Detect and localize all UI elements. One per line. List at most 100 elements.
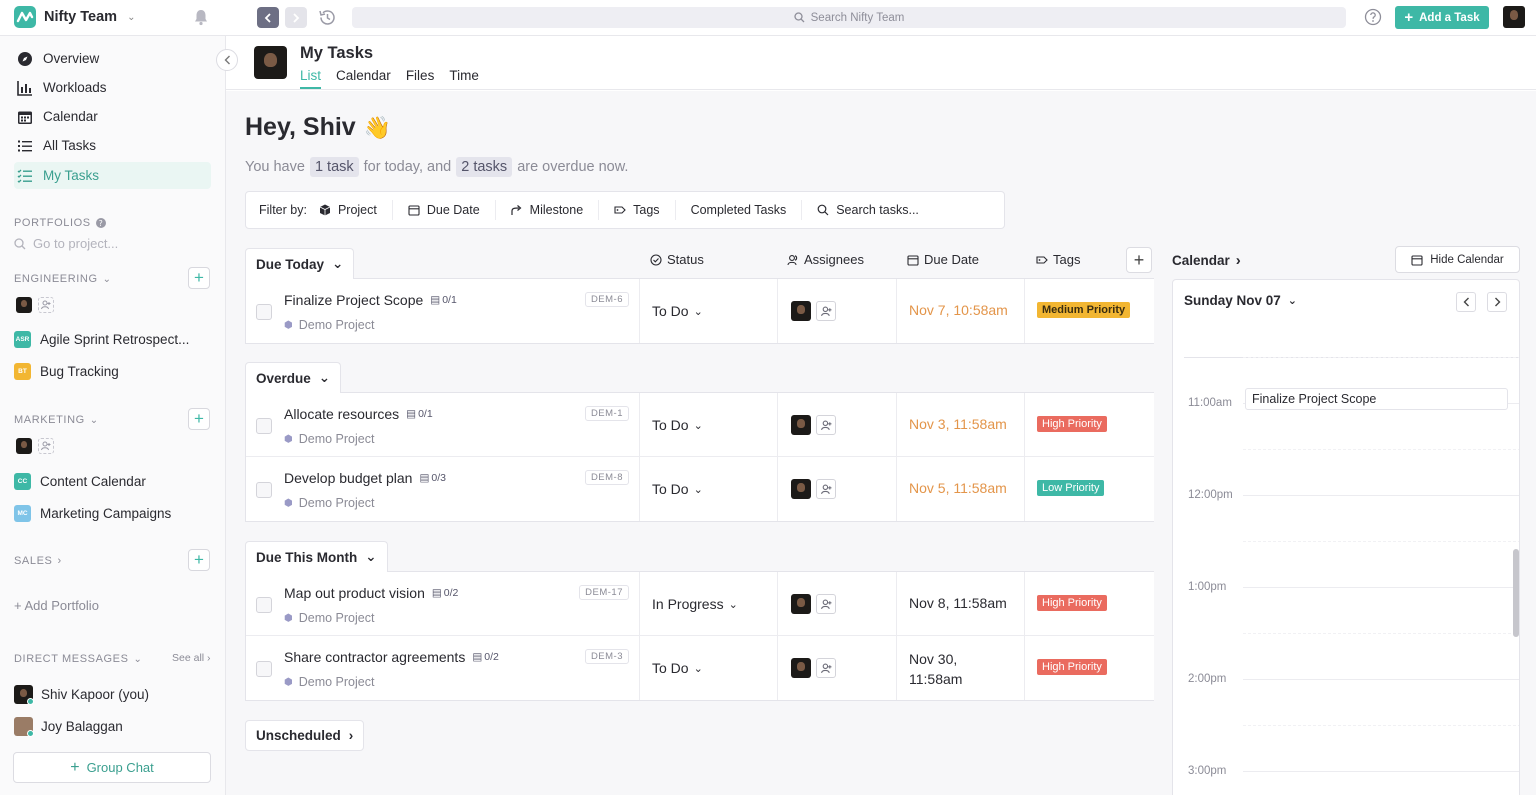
history-icon[interactable] (318, 8, 337, 27)
tab-files[interactable]: Files (406, 68, 435, 89)
filter-milestone[interactable]: Milestone (496, 200, 600, 220)
add-assignee-button[interactable] (816, 301, 836, 321)
table-row[interactable]: Develop budget plan ▤ 0/3 ⬢ Demo Project DE… (246, 457, 1154, 521)
bell-icon[interactable] (193, 9, 209, 26)
engineering-heading[interactable]: ENGINEERING ⌄ (14, 273, 112, 285)
task-name[interactable]: Share contractor agreements ▤ 0/2 (284, 649, 499, 665)
due-date-cell[interactable]: Nov 8, 11:58am (897, 572, 1025, 636)
member-avatar[interactable] (16, 297, 32, 313)
sales-heading[interactable]: SALES › (14, 555, 62, 567)
task-checkbox[interactable] (256, 482, 272, 498)
sidebar-item-calendar[interactable]: Calendar (14, 103, 211, 130)
calendar-date-picker[interactable]: Sunday Nov 07 ⌄ (1184, 293, 1297, 308)
forward-button[interactable] (285, 7, 307, 28)
task-project[interactable]: ⬢ Demo Project (284, 318, 374, 332)
add-engineering-project-button[interactable]: + (188, 267, 210, 289)
task-checkbox[interactable] (256, 661, 272, 677)
add-member-button[interactable] (38, 297, 54, 313)
column-tags[interactable]: Tags (1036, 252, 1080, 267)
filter-tags[interactable]: Tags (599, 200, 676, 220)
direct-messages-heading[interactable]: DIRECT MESSAGES ⌄ (14, 653, 143, 665)
tags-cell[interactable]: High Priority (1025, 572, 1155, 636)
task-project[interactable]: ⬢ Demo Project (284, 611, 374, 625)
collapse-sidebar-button[interactable] (216, 49, 238, 71)
tags-cell[interactable]: Low Priority (1025, 457, 1155, 521)
tab-calendar[interactable]: Calendar (336, 68, 391, 89)
calendar-heading[interactable]: Calendar › (1172, 252, 1241, 269)
calendar-event[interactable]: Finalize Project Scope (1245, 388, 1508, 410)
column-due-date[interactable]: Due Date (907, 252, 979, 267)
add-column-button[interactable]: + (1126, 247, 1152, 273)
global-search-input[interactable]: Search Nifty Team (352, 7, 1346, 28)
tags-cell[interactable]: High Priority (1025, 393, 1155, 457)
overdue-count-chip[interactable]: 2 tasks (456, 157, 513, 177)
help-icon[interactable] (1364, 8, 1382, 26)
add-member-button[interactable] (38, 438, 54, 454)
member-avatar[interactable] (16, 438, 32, 454)
goto-project-input[interactable]: Go to project... (14, 236, 118, 251)
assignee-avatar[interactable] (791, 301, 811, 321)
due-date-cell[interactable]: Nov 30, 11:58am (897, 636, 1025, 700)
sidebar-item-my-tasks[interactable]: My Tasks (14, 162, 211, 189)
add-assignee-button[interactable] (816, 415, 836, 435)
user-avatar[interactable] (1503, 6, 1525, 28)
project-marketing-campaigns[interactable]: MC Marketing Campaigns (14, 505, 171, 522)
table-row[interactable]: Map out product vision ▤ 0/2 ⬢ Demo Project… (246, 572, 1154, 636)
status-dropdown[interactable]: To Do ⌄ (652, 303, 703, 319)
sidebar-item-workloads[interactable]: Workloads (14, 74, 211, 101)
tab-list[interactable]: List (300, 68, 322, 89)
task-checkbox[interactable] (256, 304, 272, 320)
add-marketing-project-button[interactable]: + (188, 408, 210, 430)
assignee-avatar[interactable] (791, 594, 811, 614)
table-row[interactable]: Share contractor agreements ▤ 0/2 ⬢ Demo Pr… (246, 636, 1154, 700)
calendar-next-button[interactable] (1487, 292, 1507, 312)
sidebar-item-overview[interactable]: Overview (14, 45, 211, 72)
hide-calendar-button[interactable]: Hide Calendar (1395, 246, 1520, 273)
task-checkbox[interactable] (256, 418, 272, 434)
group-toggle-unscheduled[interactable]: Unscheduled › (245, 720, 365, 751)
group-toggle-due-today[interactable]: Due Today ⌄ (245, 248, 355, 279)
assignee-avatar[interactable] (791, 415, 811, 435)
task-name[interactable]: Map out product vision ▤ 0/2 (284, 585, 458, 601)
add-assignee-button[interactable] (816, 658, 836, 678)
task-name[interactable]: Finalize Project Scope ▤ 0/1 (284, 292, 457, 308)
task-checkbox[interactable] (256, 597, 272, 613)
column-assignees[interactable]: Assignees (787, 252, 864, 267)
column-status[interactable]: Status (650, 252, 704, 267)
due-date-cell[interactable]: Nov 7, 10:58am (897, 279, 1025, 343)
group-toggle-due-this-month[interactable]: Due This Month ⌄ (245, 541, 388, 572)
tags-cell[interactable]: High Priority (1025, 636, 1155, 700)
add-task-button[interactable]: + Add a Task (1395, 6, 1489, 29)
add-assignee-button[interactable] (816, 479, 836, 499)
assignee-avatar[interactable] (791, 658, 811, 678)
task-name[interactable]: Allocate resources ▤ 0/1 (284, 406, 433, 422)
tags-cell[interactable]: Medium Priority (1025, 279, 1155, 343)
filter-due-date[interactable]: Due Date (393, 200, 496, 220)
project-agile-sprint[interactable]: ASR Agile Sprint Retrospect... (14, 331, 189, 348)
calendar-prev-button[interactable] (1456, 292, 1476, 312)
add-portfolio-link[interactable]: + Add Portfolio (14, 598, 99, 613)
filter-project[interactable]: Project (319, 200, 393, 220)
status-dropdown[interactable]: To Do ⌄ (652, 481, 703, 497)
filter-completed-tasks[interactable]: Completed Tasks (676, 200, 803, 220)
group-chat-button[interactable]: + Group Chat (13, 752, 211, 783)
search-tasks-input[interactable]: Search tasks... (802, 200, 934, 220)
help-icon[interactable]: ? (95, 218, 106, 228)
calendar-scrollbar[interactable] (1513, 549, 1519, 637)
add-assignee-button[interactable] (816, 594, 836, 614)
team-switcher[interactable]: Nifty Team ⌄ (14, 6, 135, 28)
due-date-cell[interactable]: Nov 5, 11:58am (897, 457, 1025, 521)
back-button[interactable] (257, 7, 279, 28)
task-project[interactable]: ⬢ Demo Project (284, 496, 374, 510)
status-dropdown[interactable]: To Do ⌄ (652, 417, 703, 433)
project-content-calendar[interactable]: CC Content Calendar (14, 473, 146, 490)
table-row[interactable]: Finalize Project Scope ▤ 0/1 ⬢ Demo Project… (246, 279, 1154, 343)
dm-shiv-kapoor[interactable]: Shiv Kapoor (you) (14, 685, 149, 705)
today-count-chip[interactable]: 1 task (309, 157, 359, 177)
sidebar-item-all-tasks[interactable]: All Tasks (14, 132, 211, 159)
add-sales-project-button[interactable]: + (188, 549, 210, 571)
see-all-link[interactable]: See all › (172, 652, 211, 664)
tab-time[interactable]: Time (449, 68, 479, 89)
task-name[interactable]: Develop budget plan ▤ 0/3 (284, 470, 446, 486)
project-bug-tracking[interactable]: BT Bug Tracking (14, 363, 119, 380)
